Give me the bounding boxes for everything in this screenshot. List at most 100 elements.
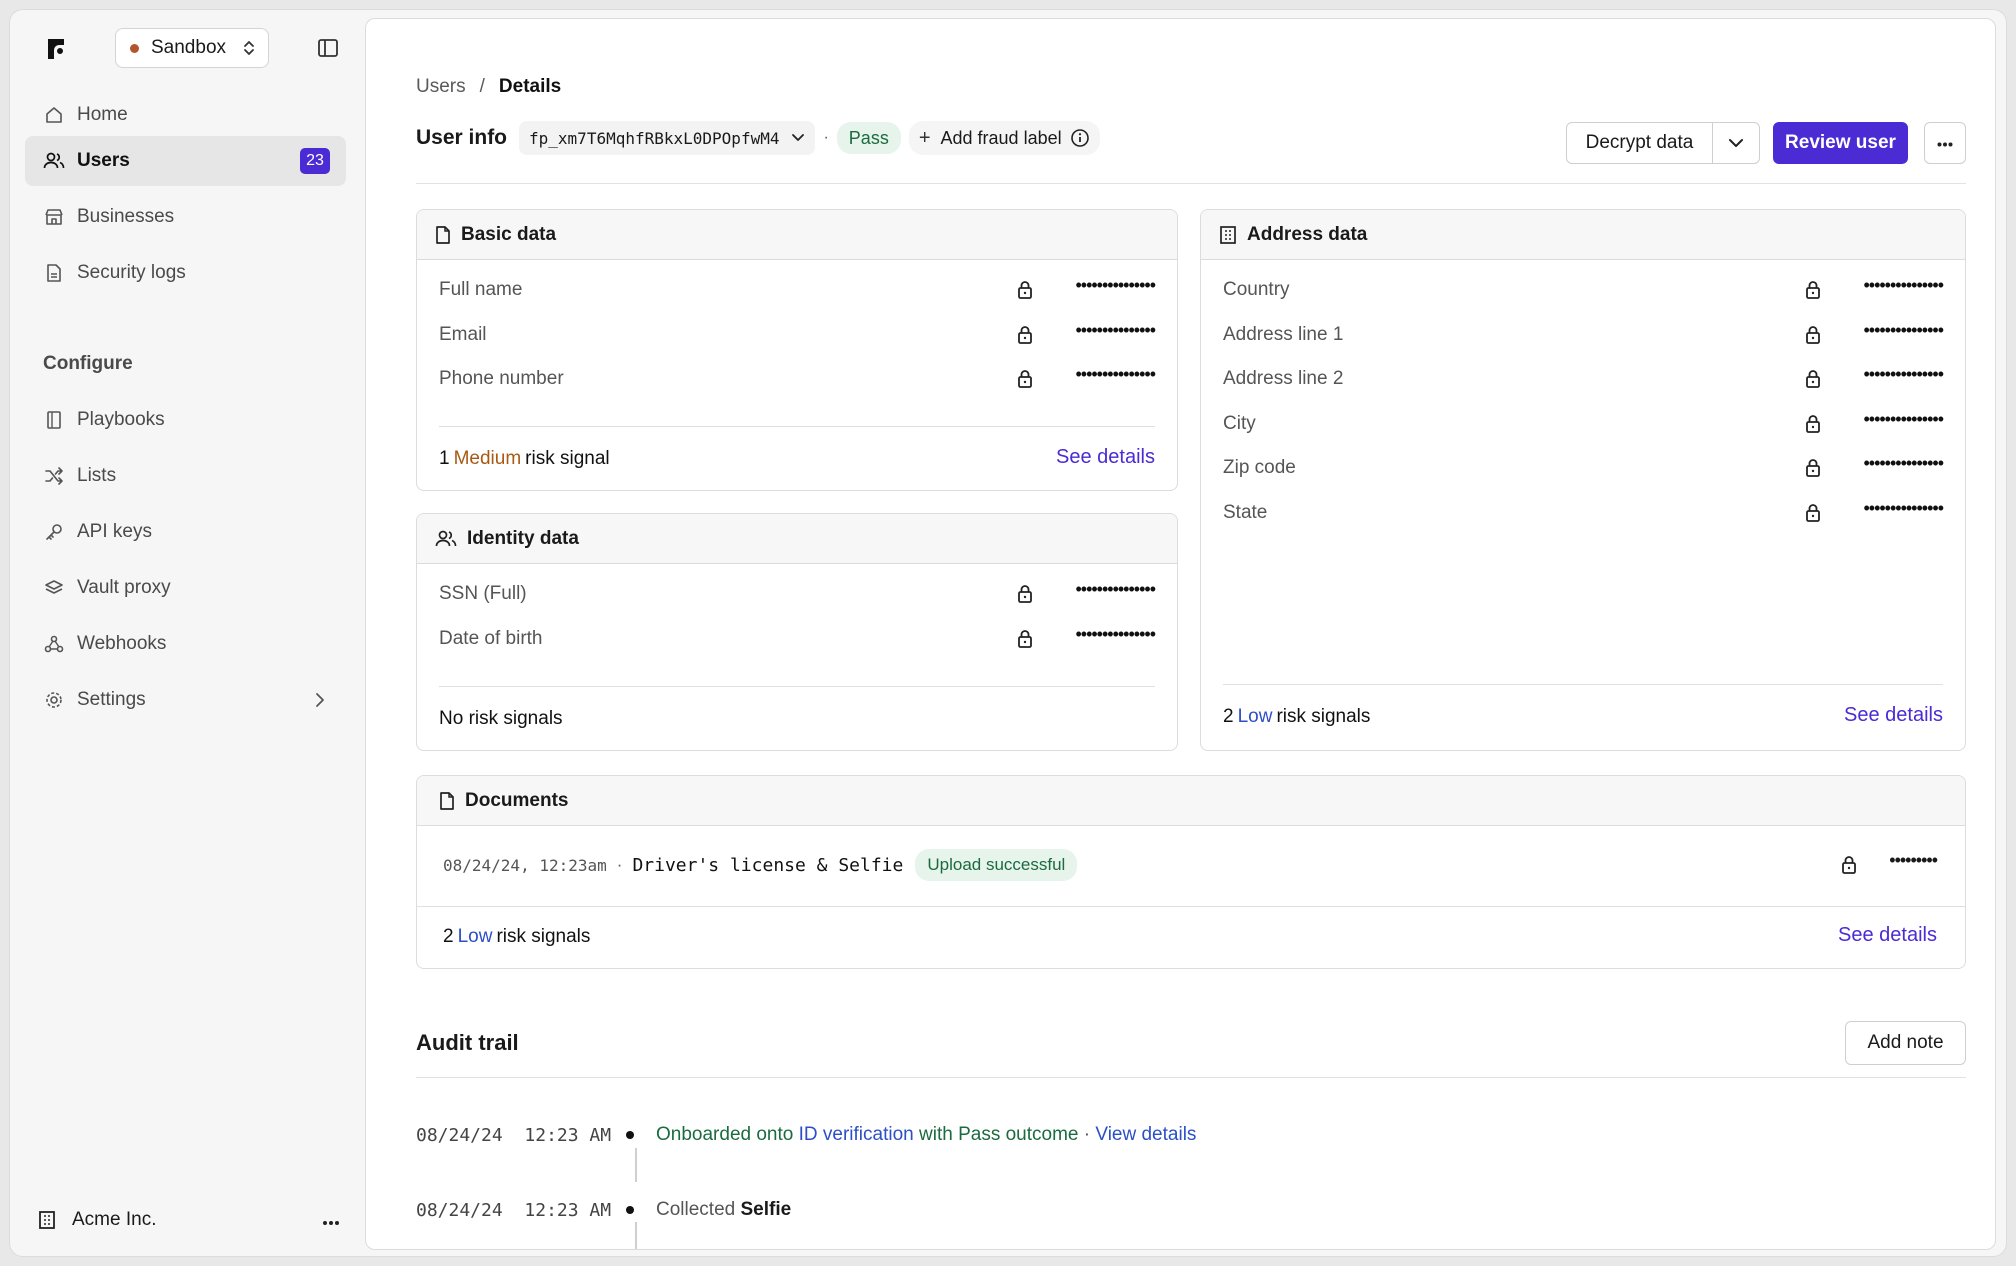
card-divider: [1223, 684, 1943, 685]
risk-signal-summary: No risk signals: [439, 704, 1155, 734]
decrypt-data-button[interactable]: Decrypt data: [1567, 123, 1713, 163]
risk-count: 2: [443, 926, 454, 947]
card-divider: [439, 426, 1155, 427]
shuffle-icon: [43, 465, 65, 487]
timeline-connector: [635, 1222, 637, 1249]
timeline-event: 08/24/24 12:23 AM Collected Selfie: [416, 1195, 791, 1225]
add-note-button[interactable]: Add note: [1845, 1021, 1966, 1065]
env-status-dot: [130, 43, 139, 53]
masked-value[interactable]: •••••••••••••••: [1075, 320, 1156, 341]
sidebar-item-label: Settings: [77, 689, 146, 710]
event-highlight: Selfie: [740, 1199, 792, 1220]
chevron-down-icon: [791, 133, 805, 143]
header-divider: [416, 183, 1966, 184]
review-user-button[interactable]: Review user: [1773, 122, 1908, 164]
info-icon[interactable]: [1070, 128, 1090, 148]
more-actions-button[interactable]: [1924, 122, 1966, 164]
masked-value[interactable]: •••••••••••••••: [1075, 364, 1156, 385]
risk-signal-summary: 2 Low risk signals See details: [1223, 702, 1943, 732]
file-icon: [435, 225, 451, 245]
configure-section-label: Configure: [43, 353, 133, 374]
field-label: City: [1223, 413, 1256, 434]
field-country: Country •••••••••••••••: [1223, 275, 1944, 306]
sidebar-item-security-logs[interactable]: Security logs: [25, 248, 346, 298]
footprint-logo[interactable]: [45, 36, 67, 62]
masked-value[interactable]: •••••••••••••••: [1863, 409, 1944, 430]
view-details-link[interactable]: View details: [1095, 1124, 1196, 1146]
sidebar-item-lists[interactable]: Lists: [25, 451, 346, 501]
sidebar-item-home[interactable]: Home: [25, 90, 346, 140]
masked-value[interactable]: •••••••••••••••: [1075, 624, 1156, 645]
masked-value[interactable]: •••••••••••••••: [1863, 320, 1944, 341]
building-icon: [38, 1210, 56, 1230]
masked-value[interactable]: •••••••••••••••: [1863, 364, 1944, 385]
risk-suffix: risk signals: [1276, 706, 1371, 727]
field-label: Full name: [439, 279, 523, 300]
sidebar-collapse-icon[interactable]: [316, 36, 340, 60]
status-badge: Pass: [836, 122, 901, 154]
masked-value[interactable]: •••••••••••••••: [1075, 275, 1156, 296]
card-header: Identity data: [417, 514, 1177, 564]
field-phone-number: Phone number •••••••••••••••: [439, 364, 1156, 394]
risk-signal-summary: 1 Medium risk signal See details: [439, 444, 1155, 474]
sidebar-item-users[interactable]: Users 23: [25, 136, 346, 186]
lock-icon: [1805, 280, 1821, 306]
fp-id-selector[interactable]: fp_xm7T6MqhfRBkxL0DPOpfwM4: [519, 121, 816, 155]
field-full-name: Full name •••••••••••••••: [439, 275, 1156, 306]
webhook-icon: [43, 633, 65, 655]
card-title: Identity data: [467, 527, 579, 549]
store-icon: [43, 206, 65, 228]
lock-icon: [1017, 629, 1033, 655]
event-suffix: with Pass outcome: [919, 1124, 1079, 1145]
sidebar-item-vault-proxy[interactable]: Vault proxy: [25, 563, 346, 613]
chevron-right-icon: [314, 691, 326, 715]
masked-value[interactable]: •••••••••••••••: [1863, 453, 1944, 474]
field-label: Date of birth: [439, 628, 543, 649]
risk-level: Medium: [453, 448, 522, 469]
card-header: Address data: [1201, 210, 1965, 260]
plus-icon: +: [918, 126, 931, 149]
document-timestamp: 08/24/24, 12:23am: [443, 855, 607, 875]
add-fraud-label-text: Add fraud label: [940, 127, 1062, 148]
document-name: Driver's license & Selfie: [632, 854, 904, 876]
environment-switcher[interactable]: Sandbox: [115, 28, 269, 68]
masked-value[interactable]: •••••••••••••••: [1075, 579, 1156, 600]
lock-icon: [1017, 280, 1033, 306]
event-timestamp: 08/24/24 12:23 AM: [416, 1200, 626, 1221]
sidebar: Sandbox Home Users 23 Businesses Securit…: [10, 10, 365, 1256]
sidebar-item-playbooks[interactable]: Playbooks: [25, 395, 346, 445]
add-fraud-label-button[interactable]: + Add fraud label: [908, 121, 1100, 155]
sidebar-item-webhooks[interactable]: Webhooks: [25, 619, 346, 669]
card-header: Basic data: [417, 210, 1177, 260]
sidebar-item-settings[interactable]: Settings: [25, 675, 346, 725]
field-address-line-2: Address line 2 •••••••••••••••: [1223, 364, 1944, 394]
decrypt-dropdown-chevron-icon[interactable]: [1713, 123, 1759, 163]
see-details-link[interactable]: See details: [1838, 924, 1937, 947]
address-data-card: Address data Country ••••••••••••••• Add…: [1200, 209, 1966, 751]
sidebar-item-api-keys[interactable]: API keys: [25, 507, 346, 557]
key-icon: [43, 521, 65, 543]
field-date-of-birth: Date of birth •••••••••••••••: [439, 624, 1156, 655]
home-icon: [43, 104, 65, 126]
masked-value[interactable]: •••••••••••••••: [1863, 275, 1944, 296]
lock-icon: [1017, 325, 1033, 351]
see-details-link[interactable]: See details: [1056, 446, 1155, 469]
see-details-link[interactable]: See details: [1844, 704, 1943, 727]
org-name: Acme Inc.: [72, 1209, 157, 1230]
file-icon: [439, 791, 455, 811]
risk-signal-summary: 2 Low risk signals See details: [443, 922, 1937, 952]
risk-level: Low: [1237, 706, 1273, 727]
sidebar-item-businesses[interactable]: Businesses: [25, 192, 346, 242]
identity-data-card: Identity data SSN (Full) •••••••••••••••…: [416, 513, 1178, 751]
organization-switcher[interactable]: Acme Inc.: [38, 1202, 348, 1238]
users-icon: [43, 150, 65, 172]
card-title: Basic data: [461, 223, 557, 245]
field-zip-code: Zip code •••••••••••••••: [1223, 453, 1944, 483]
more-icon[interactable]: [322, 1210, 340, 1232]
breadcrumb-users-link[interactable]: Users: [416, 76, 466, 98]
basic-data-card: Basic data Full name ••••••••••••••• Ema…: [416, 209, 1178, 491]
masked-value[interactable]: •••••••••••••••: [1863, 498, 1944, 519]
masked-value[interactable]: •••••••••: [1889, 850, 1938, 871]
document-item[interactable]: 08/24/24, 12:23am · Driver's license & S…: [443, 848, 1078, 882]
risk-suffix: risk signal: [525, 448, 610, 469]
